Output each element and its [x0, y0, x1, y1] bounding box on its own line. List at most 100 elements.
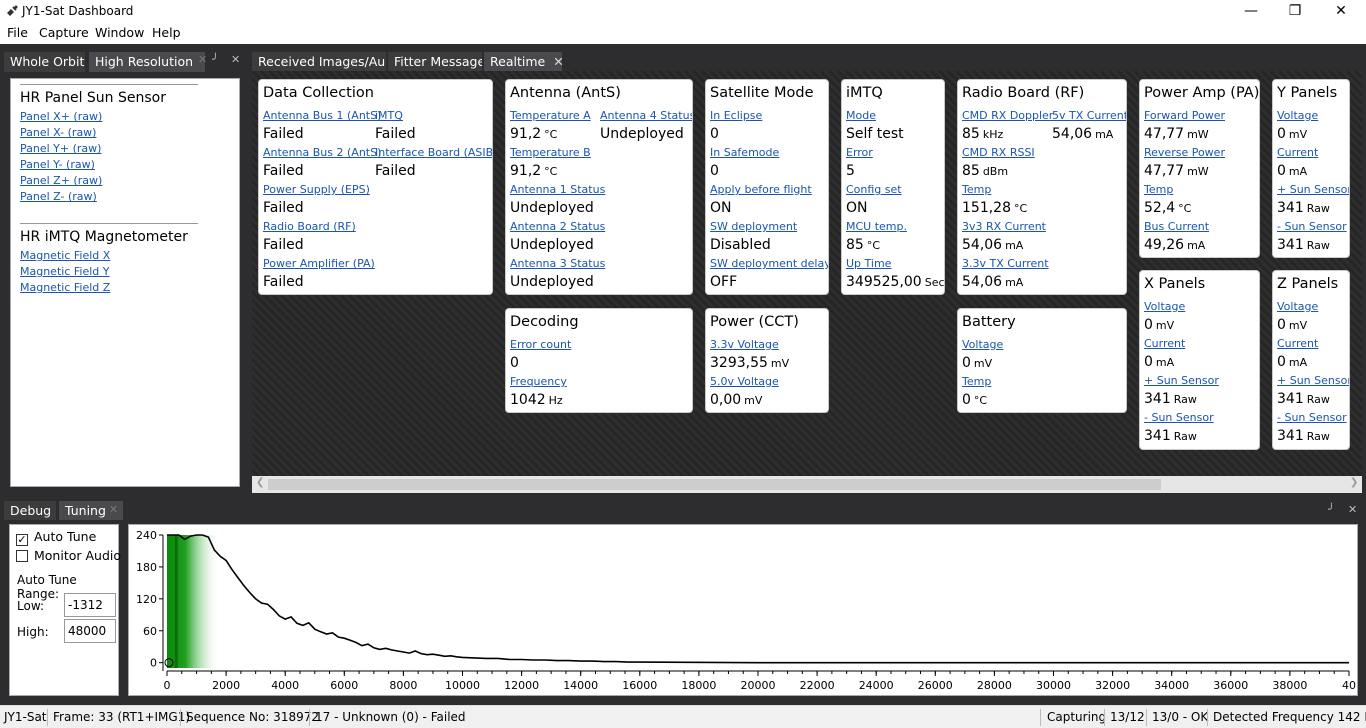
link-antenna-bus-2[interactable]: Antenna Bus 2 (AntS) — [263, 146, 381, 159]
link-plus-sun-sensor[interactable]: + Sun Sensor — [1144, 374, 1219, 387]
link-apply-before-flight[interactable]: Apply before flight — [710, 183, 812, 196]
close-icon[interactable]: ✕ — [553, 54, 562, 69]
x-tick-label: 8000 — [389, 679, 417, 692]
chevron-right-icon[interactable]: ❯ — [1350, 477, 1358, 488]
close-icon[interactable]: ✕ — [1318, 0, 1364, 23]
tab-received-images-audio[interactable]: Received Images/Audio — [252, 52, 386, 72]
menu-capture[interactable]: Capture — [39, 25, 89, 40]
link-antenna-3-status[interactable]: Antenna 3 Status — [510, 257, 605, 270]
close-icon[interactable]: ✕ — [1348, 503, 1357, 516]
tab-high-resolution[interactable]: High Resolution — [89, 52, 205, 72]
spectrum-chart[interactable]: 0 60 120 180 240 0 2000 4000 6000 8000 10000 12000 1… — [129, 525, 1357, 695]
link-current[interactable]: Current — [1277, 337, 1318, 350]
link-config-set[interactable]: Config set — [846, 183, 902, 196]
link-3v3-rx-current[interactable]: 3v3 RX Current — [962, 220, 1046, 233]
link-cmd-rx-doppler[interactable]: CMD RX Doppler — [962, 109, 1053, 122]
link-frequency[interactable]: Frequency — [510, 375, 567, 388]
value-up-time: 349525,00Sec. — [846, 274, 944, 290]
monitor-audio-checkbox[interactable]: Monitor Audio — [16, 548, 121, 563]
link-voltage[interactable]: Voltage — [1277, 300, 1318, 313]
link-3-3v-tx-current[interactable]: 3.3v TX Current — [962, 257, 1049, 270]
auto-tune-checkbox[interactable]: ✓ Auto Tune — [16, 529, 96, 546]
link-panel-z-plus[interactable]: Panel Z+ (raw) — [20, 173, 198, 189]
menu-window[interactable]: Window — [95, 25, 144, 40]
link-temp[interactable]: Temp — [1144, 183, 1173, 196]
link-temp[interactable]: Temp — [962, 183, 991, 196]
link-panel-y-plus[interactable]: Panel Y+ (raw) — [20, 141, 198, 157]
link-mcu-temp[interactable]: MCU temp. — [846, 220, 907, 233]
link-current[interactable]: Current — [1277, 146, 1318, 159]
link-panel-z-minus[interactable]: Panel Z- (raw) — [20, 189, 198, 205]
link-sw-deployment-delay[interactable]: SW deployment delay — [710, 257, 828, 270]
link-reverse-power[interactable]: Reverse Power — [1144, 146, 1225, 159]
link-voltage[interactable]: Voltage — [1277, 109, 1318, 122]
value-5-0v-voltage: 0,00 mV — [710, 392, 762, 408]
close-icon[interactable]: ✕ — [198, 53, 207, 66]
link-forward-power[interactable]: Forward Power — [1144, 109, 1225, 122]
link-magnetic-field-z[interactable]: Magnetic Field Z — [20, 280, 198, 296]
high-input[interactable] — [64, 619, 116, 643]
pin-icon[interactable]: ╯ — [1328, 503, 1335, 516]
link-interface-board[interactable]: Interface Board (ASIB) — [375, 146, 492, 159]
value-antenna-2-status: Undeployed — [510, 237, 594, 253]
restore-icon[interactable]: ❐ — [1272, 0, 1318, 23]
value-number: 91,2 — [510, 126, 542, 142]
horizontal-scrollbar[interactable]: ❮ ❯ — [252, 476, 1362, 493]
chevron-left-icon[interactable]: ❮ — [256, 477, 264, 488]
close-icon[interactable]: ✕ — [231, 53, 240, 66]
link-error-count[interactable]: Error count — [510, 338, 571, 351]
link-plus-sun-sensor[interactable]: + Sun Sensor — [1277, 374, 1349, 387]
link-temperature-b[interactable]: Temperature B — [510, 146, 591, 159]
low-input[interactable] — [64, 593, 116, 617]
checkbox-empty-icon — [16, 550, 28, 562]
link-voltage[interactable]: Voltage — [962, 338, 1003, 351]
link-plus-sun-sensor[interactable]: + Sun Sensor — [1277, 183, 1349, 196]
link-imtq[interactable]: iMTQ — [375, 109, 403, 122]
pin-icon[interactable]: ╯ — [212, 53, 219, 66]
high-resolution-panel: HR Panel Sun Sensor Panel X+ (raw) Panel… — [10, 78, 240, 487]
link-minus-sun-sensor[interactable]: - Sun Sensor — [1277, 411, 1347, 424]
link-in-safemode[interactable]: In Safemode — [710, 146, 779, 159]
link-temp[interactable]: Temp — [962, 375, 991, 388]
menu-file[interactable]: File — [7, 25, 28, 40]
link-temperature-a[interactable]: Temperature A — [510, 109, 591, 122]
link-panel-x-minus[interactable]: Panel X- (raw) — [20, 125, 198, 141]
link-panel-y-minus[interactable]: Panel Y- (raw) — [20, 157, 198, 173]
link-panel-x-plus[interactable]: Panel X+ (raw) — [20, 109, 198, 125]
link-in-eclipse[interactable]: In Eclipse — [710, 109, 762, 122]
close-icon[interactable]: ✕ — [109, 503, 118, 516]
scrollbar-thumb[interactable] — [268, 479, 1161, 490]
link-minus-sun-sensor[interactable]: - Sun Sensor — [1144, 411, 1214, 424]
link-cmd-rx-rssi[interactable]: CMD RX RSSI — [962, 146, 1035, 159]
tab-whole-orbit[interactable]: Whole Orbit — [4, 52, 85, 72]
link-power-amplifier[interactable]: Power Amplifier (PA) — [263, 257, 375, 270]
link-bus-current[interactable]: Bus Current — [1144, 220, 1209, 233]
link-current[interactable]: Current — [1144, 337, 1185, 350]
link-error[interactable]: Error — [846, 146, 873, 159]
link-antenna-bus-1[interactable]: Antenna Bus 1 (AntS) — [263, 109, 381, 122]
value-number: 0 — [1277, 163, 1286, 179]
tab-realtime[interactable]: Realtime ✕ — [484, 52, 562, 72]
link-radio-board[interactable]: Radio Board (RF) — [263, 220, 356, 233]
link-5v-tx-current[interactable]: 5v TX Current — [1052, 109, 1126, 122]
link-antenna-2-status[interactable]: Antenna 2 Status — [510, 220, 605, 233]
value-antenna-4-status: Undeployed — [600, 126, 684, 142]
link-3-3v-voltage[interactable]: 3.3v Voltage — [710, 338, 779, 351]
link-minus-sun-sensor[interactable]: - Sun Sensor — [1277, 220, 1347, 233]
link-magnetic-field-x[interactable]: Magnetic Field X — [20, 248, 198, 264]
link-sw-deployment[interactable]: SW deployment — [710, 220, 797, 233]
link-mode[interactable]: Mode — [846, 109, 876, 122]
link-antenna-1-status[interactable]: Antenna 1 Status — [510, 183, 605, 196]
link-voltage[interactable]: Voltage — [1144, 300, 1185, 313]
menu-help[interactable]: Help — [152, 25, 181, 40]
y-tick-label: 240 — [136, 529, 157, 542]
link-power-supply[interactable]: Power Supply (EPS) — [263, 183, 370, 196]
minimize-icon[interactable]: — — [1228, 0, 1274, 23]
link-up-time[interactable]: Up Time — [846, 257, 891, 270]
link-5-0v-voltage[interactable]: 5.0v Voltage — [710, 375, 779, 388]
link-antenna-4-status[interactable]: Antenna 4 Status — [600, 109, 692, 122]
link-magnetic-field-y[interactable]: Magnetic Field Y — [20, 264, 198, 280]
tab-debug[interactable]: Debug — [4, 501, 56, 521]
value-unit: °C — [866, 239, 881, 252]
tab-fitter-messages[interactable]: Fitter Messages — [388, 52, 482, 72]
